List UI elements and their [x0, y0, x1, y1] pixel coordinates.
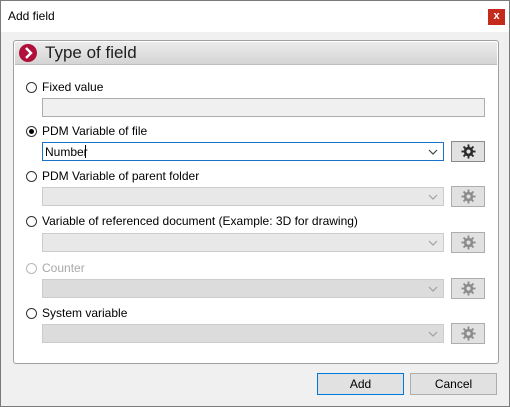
pdm-file-variable-select[interactable]: Number: [42, 142, 444, 161]
radio-label: PDM Variable of file: [42, 124, 148, 138]
chevron-down-icon[interactable]: [427, 328, 439, 340]
pdm-parent-variable-select[interactable]: [42, 187, 444, 206]
title-bar: Add field x: [1, 1, 509, 32]
text-caret: [85, 145, 86, 158]
radio-button[interactable]: [26, 170, 37, 182]
radio-button: [26, 262, 37, 274]
counter-settings-button: [451, 278, 485, 299]
chevron-down-icon[interactable]: [427, 146, 439, 158]
radio-label: Variable of referenced document (Example…: [42, 214, 358, 228]
add-field-dialog: Add field x Type of field Fixed value PD…: [0, 0, 510, 407]
type-of-field-group: Type of field Fixed value PDM Variable o…: [13, 40, 499, 364]
referenced-document-settings-button[interactable]: [451, 232, 485, 253]
add-button[interactable]: Add: [317, 373, 404, 395]
radio-pdm-variable-of-file[interactable]: PDM Variable of file: [26, 123, 147, 139]
system-variable-settings-button[interactable]: [451, 323, 485, 344]
pdm-parent-settings-button[interactable]: [451, 186, 485, 207]
radio-label: Fixed value: [42, 80, 104, 94]
window-title: Add field: [8, 9, 55, 23]
radio-label: Counter: [42, 261, 85, 275]
system-variable-select[interactable]: [42, 324, 444, 343]
chevron-right-icon: [19, 44, 37, 62]
radio-button[interactable]: [26, 81, 37, 93]
counter-select: [42, 279, 444, 298]
gear-icon: [461, 144, 476, 159]
radio-label: System variable: [42, 306, 128, 320]
group-title: Type of field: [45, 43, 137, 62]
radio-system-variable[interactable]: System variable: [26, 305, 127, 321]
radio-button[interactable]: [26, 125, 37, 137]
select-value: Number: [45, 145, 88, 159]
gear-icon: [461, 281, 476, 296]
referenced-document-variable-select[interactable]: [42, 233, 444, 252]
radio-pdm-variable-of-parent-folder[interactable]: PDM Variable of parent folder: [26, 168, 199, 184]
radio-variable-of-referenced-document[interactable]: Variable of referenced document (Example…: [26, 213, 358, 229]
chevron-down-icon: [428, 286, 438, 292]
gear-icon: [461, 326, 476, 341]
cancel-button[interactable]: Cancel: [410, 373, 497, 395]
radio-fixed-value[interactable]: Fixed value: [26, 79, 103, 95]
radio-label: PDM Variable of parent folder: [42, 169, 200, 183]
pdm-file-settings-button[interactable]: [451, 141, 485, 162]
group-header: Type of field: [15, 42, 497, 65]
fixed-value-input[interactable]: [42, 98, 485, 117]
gear-icon: [461, 189, 476, 204]
radio-button[interactable]: [26, 307, 37, 319]
radio-button[interactable]: [26, 215, 37, 227]
chevron-down-icon[interactable]: [427, 191, 439, 203]
chevron-down-icon[interactable]: [427, 237, 439, 249]
radio-counter: Counter: [26, 260, 85, 276]
close-button[interactable]: x: [488, 9, 505, 25]
gear-icon: [461, 235, 476, 250]
